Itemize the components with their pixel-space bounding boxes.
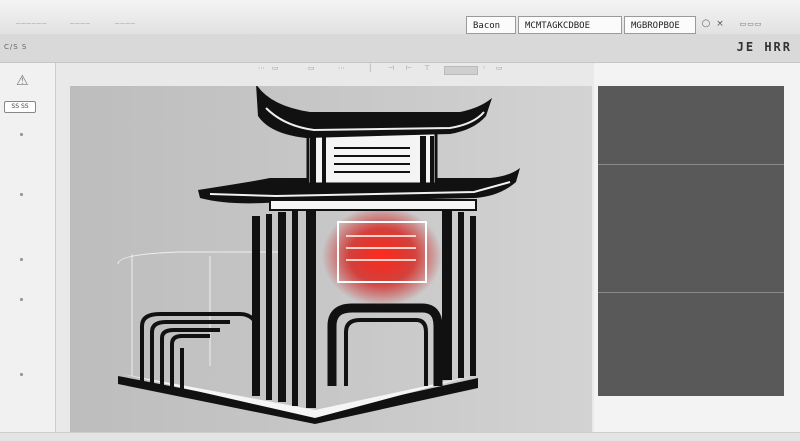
tool-icon[interactable]: ◦ [482,64,486,72]
left-sidebar: ⚠ SS SS [0,63,56,433]
tool-icon[interactable]: ▭ [272,64,279,72]
close-icon[interactable]: × [714,18,726,30]
tool-icon[interactable]: ⋯ [338,64,345,72]
lower-beam [269,199,477,211]
right-panel[interactable] [598,86,784,396]
panel-divider [598,292,784,293]
sidebar-marker[interactable] [20,298,23,301]
tool-icon[interactable]: │ [368,64,372,72]
pagoda-gate-model [117,84,520,424]
upper-pavilion [306,130,438,186]
refresh-icon[interactable]: ○ [700,18,712,30]
panel-divider [598,164,784,165]
sidebar-button[interactable]: SS SS [4,101,36,113]
tool-icon[interactable]: ⊣ [388,64,394,72]
panel-title: JE HRR [736,40,792,54]
top-field-material[interactable]: MCMTAGKCDBOE [518,16,622,34]
toolbar-slider[interactable] [444,66,478,75]
top-faint-label: ────── [16,20,48,28]
upper-roof [256,84,492,138]
top-field-name[interactable]: Bacon [466,16,516,34]
tool-icon[interactable]: ⊤ [424,64,430,72]
sub-toolbar: C/S S JE HRR [0,34,800,63]
tool-icon[interactable]: ⊢ [406,64,412,72]
sidebar-marker[interactable] [20,373,23,376]
warning-icon[interactable]: ⚠ [16,73,29,89]
top-right-label: ▭▭▭ [739,20,763,28]
tool-icon[interactable]: ▭ [496,64,503,72]
tool-icon[interactable]: ⋯ [258,64,265,72]
sidebar-marker[interactable] [20,133,23,136]
gate-arch-inner [344,318,428,386]
top-faint-label: ──── [70,20,91,28]
sub-left-label: C/S S [4,43,28,51]
sidebar-marker[interactable] [20,258,23,261]
viewport-canvas[interactable] [70,84,592,432]
tool-icon[interactable]: ▭ [308,64,315,72]
top-bar: ────── ──── ──── Bacon MCMTAGKCDBOE MGBR… [0,0,800,35]
top-faint-label: ──── [115,20,136,28]
top-field-preset[interactable]: MGBROPBOE [624,16,696,34]
sidebar-marker[interactable] [20,193,23,196]
